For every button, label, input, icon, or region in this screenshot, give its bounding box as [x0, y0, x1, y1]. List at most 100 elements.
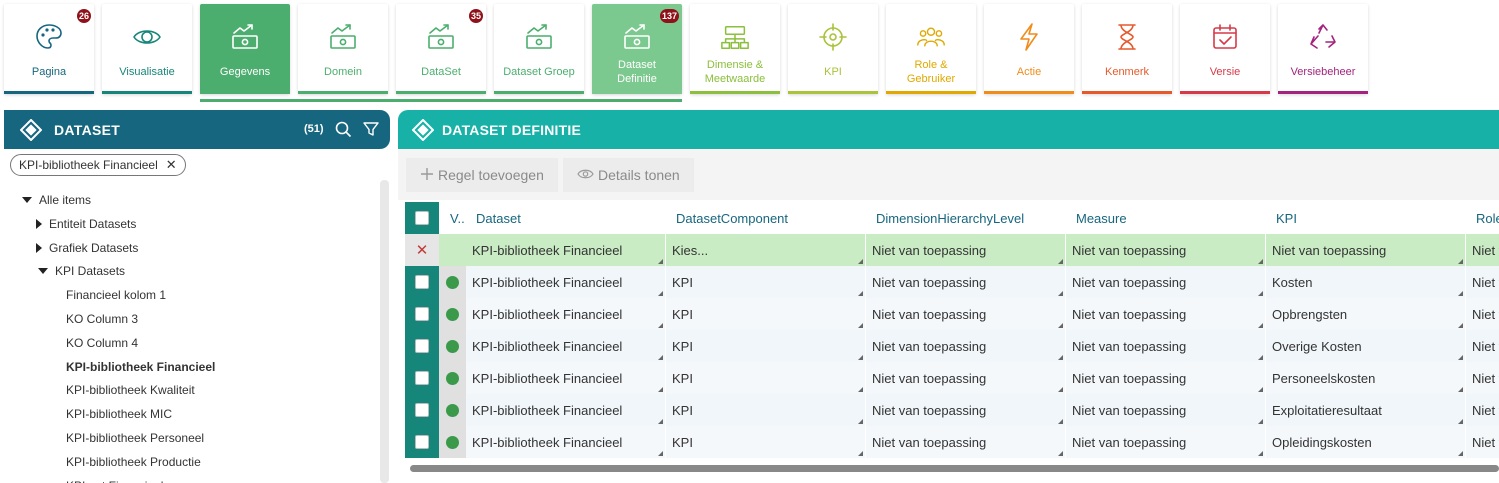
- table-cell[interactable]: Niet van toepassing: [866, 426, 1066, 458]
- table-cell[interactable]: KPI: [666, 362, 866, 394]
- table-cell[interactable]: KPI-bibliotheek Financieel: [466, 394, 666, 426]
- caret-right-icon[interactable]: [36, 218, 42, 229]
- tile-visualisatie[interactable]: Visualisatie: [102, 4, 192, 94]
- table-cell[interactable]: Kies...: [666, 234, 866, 266]
- tree-item[interactable]: KO Column 4: [66, 333, 138, 353]
- caret-right-icon[interactable]: [36, 242, 42, 253]
- tree-item[interactable]: KO Column 3: [66, 309, 138, 329]
- table-cell[interactable]: KPI: [666, 426, 866, 458]
- table-cell[interactable]: Niet van toepassing: [866, 298, 1066, 330]
- table-cell[interactable]: Niet van toepassing: [1066, 330, 1266, 362]
- table-row[interactable]: KPI-bibliotheek Financieel KPI Niet van to…: [405, 362, 1499, 394]
- table-cell[interactable]: KPI: [666, 266, 866, 298]
- caret-down-icon[interactable]: [38, 268, 48, 275]
- table-cell[interactable]: KPI-bibliotheek Financieel: [466, 298, 666, 330]
- table-cell[interactable]: Niet v: [1466, 330, 1499, 362]
- tree-item[interactable]: KPI-bibliotheek MIC: [66, 404, 172, 424]
- table-cell[interactable]: Niet v: [1466, 362, 1499, 394]
- table-cell[interactable]: Niet v: [1466, 234, 1499, 266]
- table-cell[interactable]: KPI-bibliotheek Financieel: [466, 362, 666, 394]
- table-cell[interactable]: Niet van toepassing: [1066, 362, 1266, 394]
- table-cell[interactable]: KPI-bibliotheek Financieel: [466, 234, 666, 266]
- table-cell[interactable]: Niet van toepassing: [1066, 234, 1266, 266]
- table-cell[interactable]: Overige Kosten: [1266, 330, 1466, 362]
- tree-scrollbar[interactable]: [380, 180, 389, 483]
- show-details-button[interactable]: Details tonen: [563, 158, 694, 192]
- column-header[interactable]: Measure: [1066, 202, 1266, 234]
- table-cell[interactable]: Niet van toepassing: [1266, 234, 1466, 266]
- table-cell[interactable]: Opleidingskosten: [1266, 426, 1466, 458]
- new-table-row[interactable]: ✕ KPI-bibliotheek Financieel Kies... Niet v…: [405, 234, 1499, 266]
- close-icon[interactable]: ✕: [166, 158, 177, 172]
- tile-versie[interactable]: Versie: [1180, 4, 1270, 94]
- tree-item[interactable]: Entiteit Datasets: [36, 214, 136, 234]
- table-row[interactable]: KPI-bibliotheek Financieel KPI Niet van to…: [405, 330, 1499, 362]
- tile-dimensie-meetwaarde[interactable]: Dimensie & Meetwaarde: [690, 4, 780, 94]
- column-header[interactable]: Role: [1466, 202, 1499, 234]
- column-header[interactable]: KPI: [1266, 202, 1466, 234]
- tree-item[interactable]: Alle items: [22, 190, 91, 210]
- tree-item[interactable]: KPI-bibliotheek Productie: [66, 452, 201, 472]
- table-cell[interactable]: Kosten: [1266, 266, 1466, 298]
- tile-actie[interactable]: Actie: [984, 4, 1074, 94]
- row-checkbox[interactable]: [415, 339, 429, 353]
- add-row-button[interactable]: Regel toevoegen: [406, 158, 558, 192]
- tree-item[interactable]: KPI Datasets: [38, 261, 125, 281]
- table-cell[interactable]: KPI-bibliotheek Financieel: [466, 426, 666, 458]
- tile-dataset[interactable]: DataSet 35: [396, 4, 486, 94]
- table-cell[interactable]: Niet v: [1466, 426, 1499, 458]
- tile-kenmerk[interactable]: Kenmerk: [1082, 4, 1172, 94]
- search-icon[interactable]: [335, 121, 352, 143]
- tile-domein[interactable]: Domein: [298, 4, 388, 94]
- table-cell[interactable]: Personeelskosten: [1266, 362, 1466, 394]
- table-cell[interactable]: Exploitatieresultaat: [1266, 394, 1466, 426]
- tile-role-gebruiker[interactable]: Role & Gebruiker: [886, 4, 976, 94]
- table-cell[interactable]: Niet van toepassing: [1066, 266, 1266, 298]
- tree-item[interactable]: KPI-bibliotheek Kwaliteit: [66, 380, 195, 400]
- column-header[interactable]: DimensionHierarchyLevel: [866, 202, 1066, 234]
- table-row[interactable]: KPI-bibliotheek Financieel KPI Niet van to…: [405, 266, 1499, 298]
- tree-item[interactable]: Grafiek Datasets: [36, 238, 138, 258]
- table-cell[interactable]: KPI-bibliotheek Financieel: [466, 266, 666, 298]
- tile-gegevens[interactable]: Gegevens: [200, 4, 290, 94]
- column-header-status[interactable]: V..: [439, 202, 466, 234]
- row-checkbox[interactable]: [415, 307, 429, 321]
- table-cell[interactable]: Niet van toepassing: [866, 234, 1066, 266]
- table-cell[interactable]: Niet v: [1466, 266, 1499, 298]
- row-checkbox[interactable]: [415, 275, 429, 289]
- tree-item[interactable]: KPI-bibliotheek Personeel: [66, 428, 204, 448]
- tile-dataset-definitie[interactable]: Dataset Definitie 137: [592, 4, 682, 94]
- row-checkbox[interactable]: [415, 403, 429, 417]
- table-row[interactable]: KPI-bibliotheek Financieel KPI Niet van to…: [405, 298, 1499, 330]
- table-cell[interactable]: Niet van toepassing: [866, 394, 1066, 426]
- tree-item[interactable]: KPI-set Financieel: [66, 476, 163, 483]
- caret-down-icon[interactable]: [22, 197, 32, 203]
- filter-icon[interactable]: [363, 121, 379, 142]
- table-cell[interactable]: Niet van toepassing: [1066, 298, 1266, 330]
- column-header[interactable]: DatasetComponent: [666, 202, 866, 234]
- table-cell[interactable]: Niet van toepassing: [866, 362, 1066, 394]
- tile-versiebeheer[interactable]: Versiebeheer: [1278, 4, 1368, 94]
- table-cell[interactable]: KPI: [666, 330, 866, 362]
- table-cell[interactable]: Opbrengsten: [1266, 298, 1466, 330]
- table-cell[interactable]: KPI: [666, 298, 866, 330]
- table-cell[interactable]: Niet v: [1466, 298, 1499, 330]
- tree-item[interactable]: KPI-bibliotheek Financieel: [66, 357, 215, 377]
- row-checkbox[interactable]: [415, 371, 429, 385]
- column-header[interactable]: Dataset: [466, 202, 666, 234]
- tile-pagina[interactable]: Pagina 26: [4, 4, 94, 94]
- table-cell[interactable]: Niet van toepassing: [866, 266, 1066, 298]
- discard-row-icon[interactable]: ✕: [416, 241, 429, 259]
- table-row[interactable]: KPI-bibliotheek Financieel KPI Niet van to…: [405, 426, 1499, 458]
- tile-kpi[interactable]: KPI: [788, 4, 878, 94]
- grid-horizontal-scrollbar[interactable]: [410, 465, 1499, 472]
- tree-item[interactable]: Financieel kolom 1: [66, 285, 166, 305]
- row-checkbox[interactable]: [415, 435, 429, 449]
- table-row[interactable]: KPI-bibliotheek Financieel KPI Niet van to…: [405, 394, 1499, 426]
- table-cell[interactable]: Niet v: [1466, 394, 1499, 426]
- filter-chip[interactable]: KPI-bibliotheek Financieel ✕: [10, 154, 186, 176]
- tile-dataset-groep[interactable]: Dataset Groep: [494, 4, 584, 94]
- table-cell[interactable]: KPI: [666, 394, 866, 426]
- select-all-checkbox[interactable]: [415, 211, 429, 225]
- table-cell[interactable]: Niet van toepassing: [866, 330, 1066, 362]
